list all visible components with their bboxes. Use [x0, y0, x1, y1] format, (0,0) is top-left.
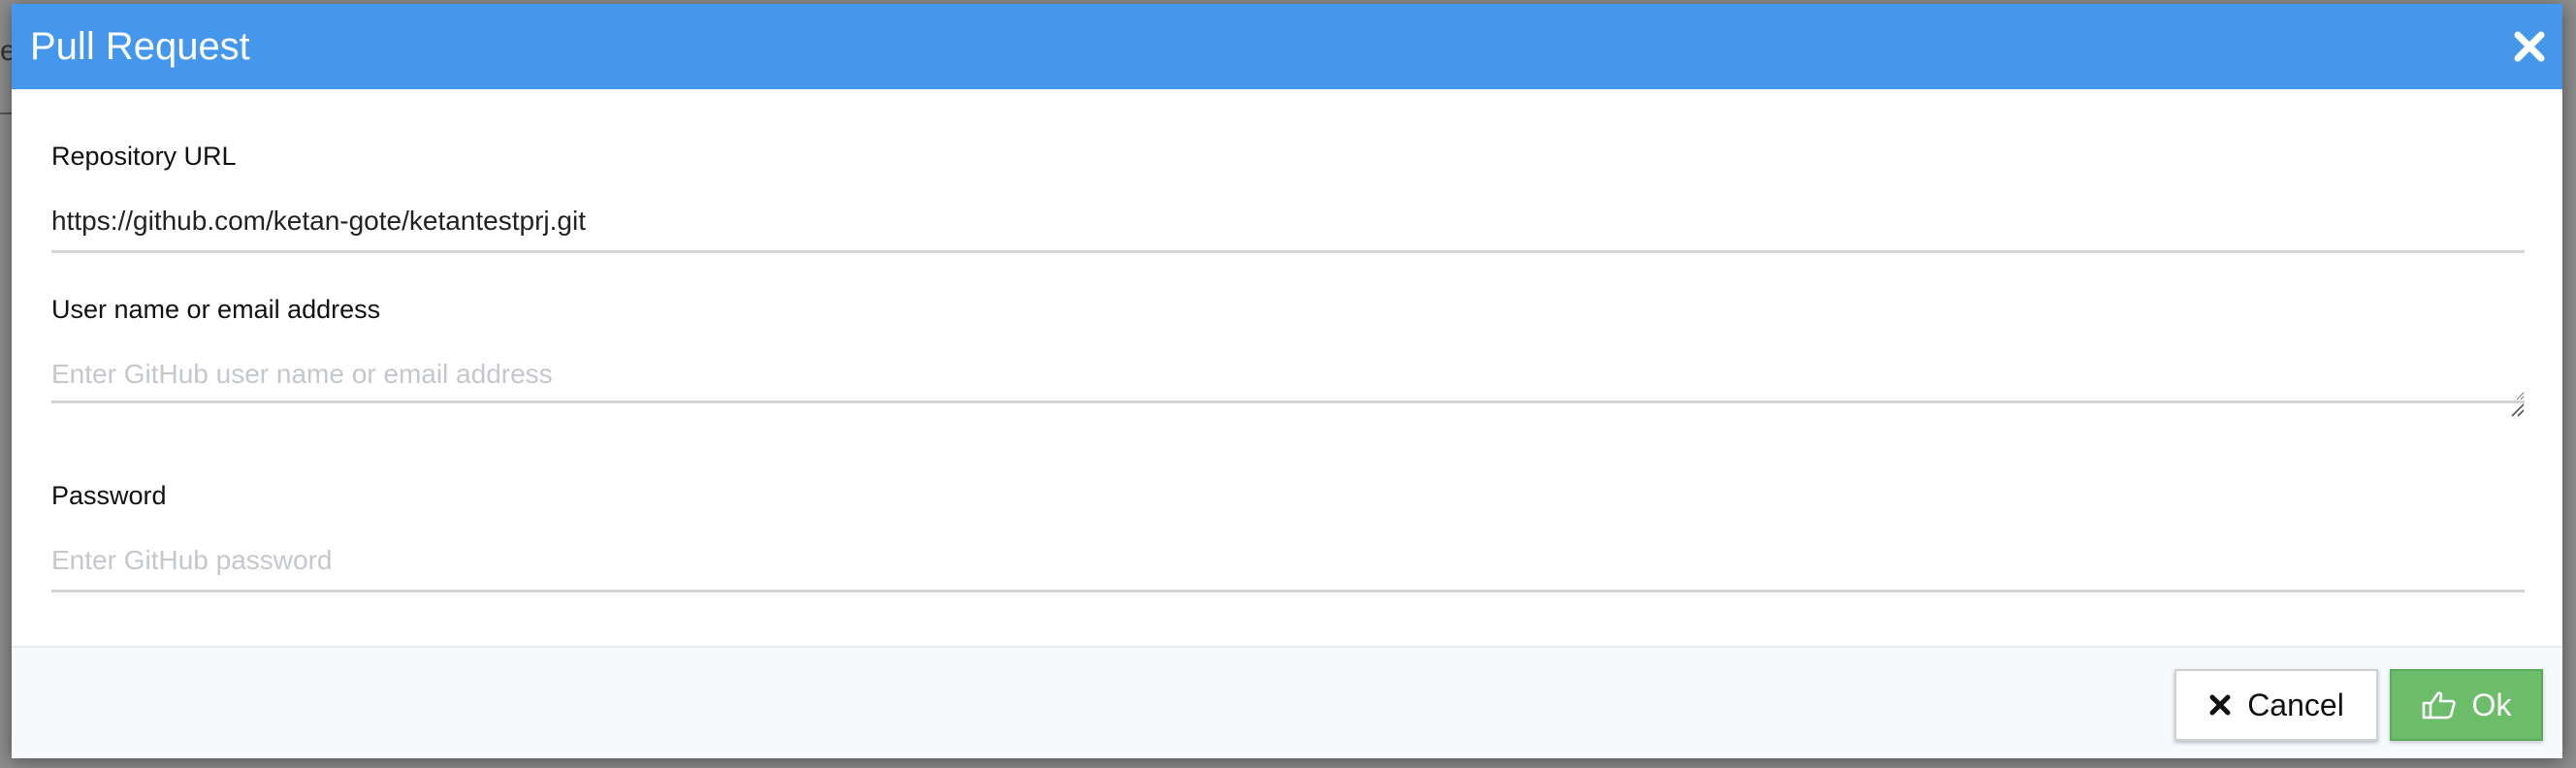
password-input[interactable] — [51, 531, 2525, 592]
dialog-header: Pull Request — [12, 4, 2562, 89]
password-label: Password — [51, 481, 167, 510]
cancel-button[interactable]: Cancel — [2174, 669, 2378, 741]
repository-url-label: Repository URL — [51, 142, 237, 171]
dialog-title: Pull Request — [30, 25, 250, 68]
cancel-button-label: Cancel — [2247, 687, 2344, 722]
ok-button-label: Ok — [2471, 687, 2512, 722]
repository-url-input[interactable] — [51, 192, 2525, 253]
close-icon — [2514, 31, 2545, 62]
pull-request-dialog: Pull Request Repository URL User name or… — [12, 4, 2562, 758]
username-input[interactable] — [51, 345, 2525, 403]
times-icon — [2209, 694, 2231, 716]
close-button[interactable] — [2510, 27, 2549, 66]
dialog-body: Repository URL User name or email addres… — [12, 89, 2562, 646]
ok-button[interactable]: Ok — [2390, 669, 2543, 741]
username-label: User name or email address — [51, 295, 381, 324]
resize-grip-icon[interactable] — [2509, 401, 2525, 417]
dialog-footer: Cancel Ok — [12, 646, 2562, 758]
thumbs-up-icon — [2422, 691, 2456, 720]
